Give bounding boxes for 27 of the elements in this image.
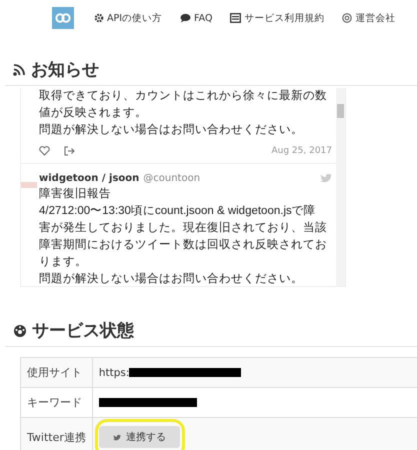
nav-link[interactable]: APIの使い方 xyxy=(94,12,162,24)
field-label: 使用サイト xyxy=(20,358,92,388)
tweet-text: 障害復旧報告 4/2712:00〜13:30頃にcount.jsoon & widgetoon.jsで障 害が発生しておりました。現在復旧されており、当該 障害期間におけるツイート数は回収され反映されてお ります。 問題が解決しない場合はお問い合わせください。 xyxy=(39,186,328,286)
nav-link[interactable]: サービス利用規約 xyxy=(230,12,324,24)
gear-icon xyxy=(94,13,104,23)
rss-icon xyxy=(13,63,26,76)
tweet-author[interactable]: widgetoon / jsoon xyxy=(39,172,140,184)
tweet-date: Aug 25, 2017 xyxy=(271,146,332,156)
connect-button[interactable]: 連携する xyxy=(98,426,180,448)
share-icon[interactable] xyxy=(64,146,75,156)
section-title: お知らせ xyxy=(31,59,99,81)
dashboard-icon xyxy=(13,324,27,337)
tweet-text: 取得できており、カウントはこれから徐々に最新の数 値が反映されます。 問題が解決しない場合はお問い合わせください。 xyxy=(39,88,328,138)
document-icon xyxy=(230,13,242,23)
tweet-handle[interactable]: @countoon xyxy=(143,172,200,184)
speech-bubble-icon xyxy=(180,13,192,23)
bird-icon xyxy=(112,434,121,440)
at-sign-icon xyxy=(342,13,352,23)
nav-link[interactable]: FAQ xyxy=(180,12,212,24)
avatar-placeholder xyxy=(21,182,37,188)
nav-link[interactable]: 運営会社 xyxy=(342,12,396,24)
scrollbar[interactable] xyxy=(336,88,345,286)
site-url: https: xyxy=(98,366,130,378)
section-title: サービス状態 xyxy=(32,320,134,342)
heart-icon[interactable] xyxy=(39,146,50,156)
bird-icon xyxy=(320,173,332,183)
field-label: Twitter連携 xyxy=(20,418,92,450)
